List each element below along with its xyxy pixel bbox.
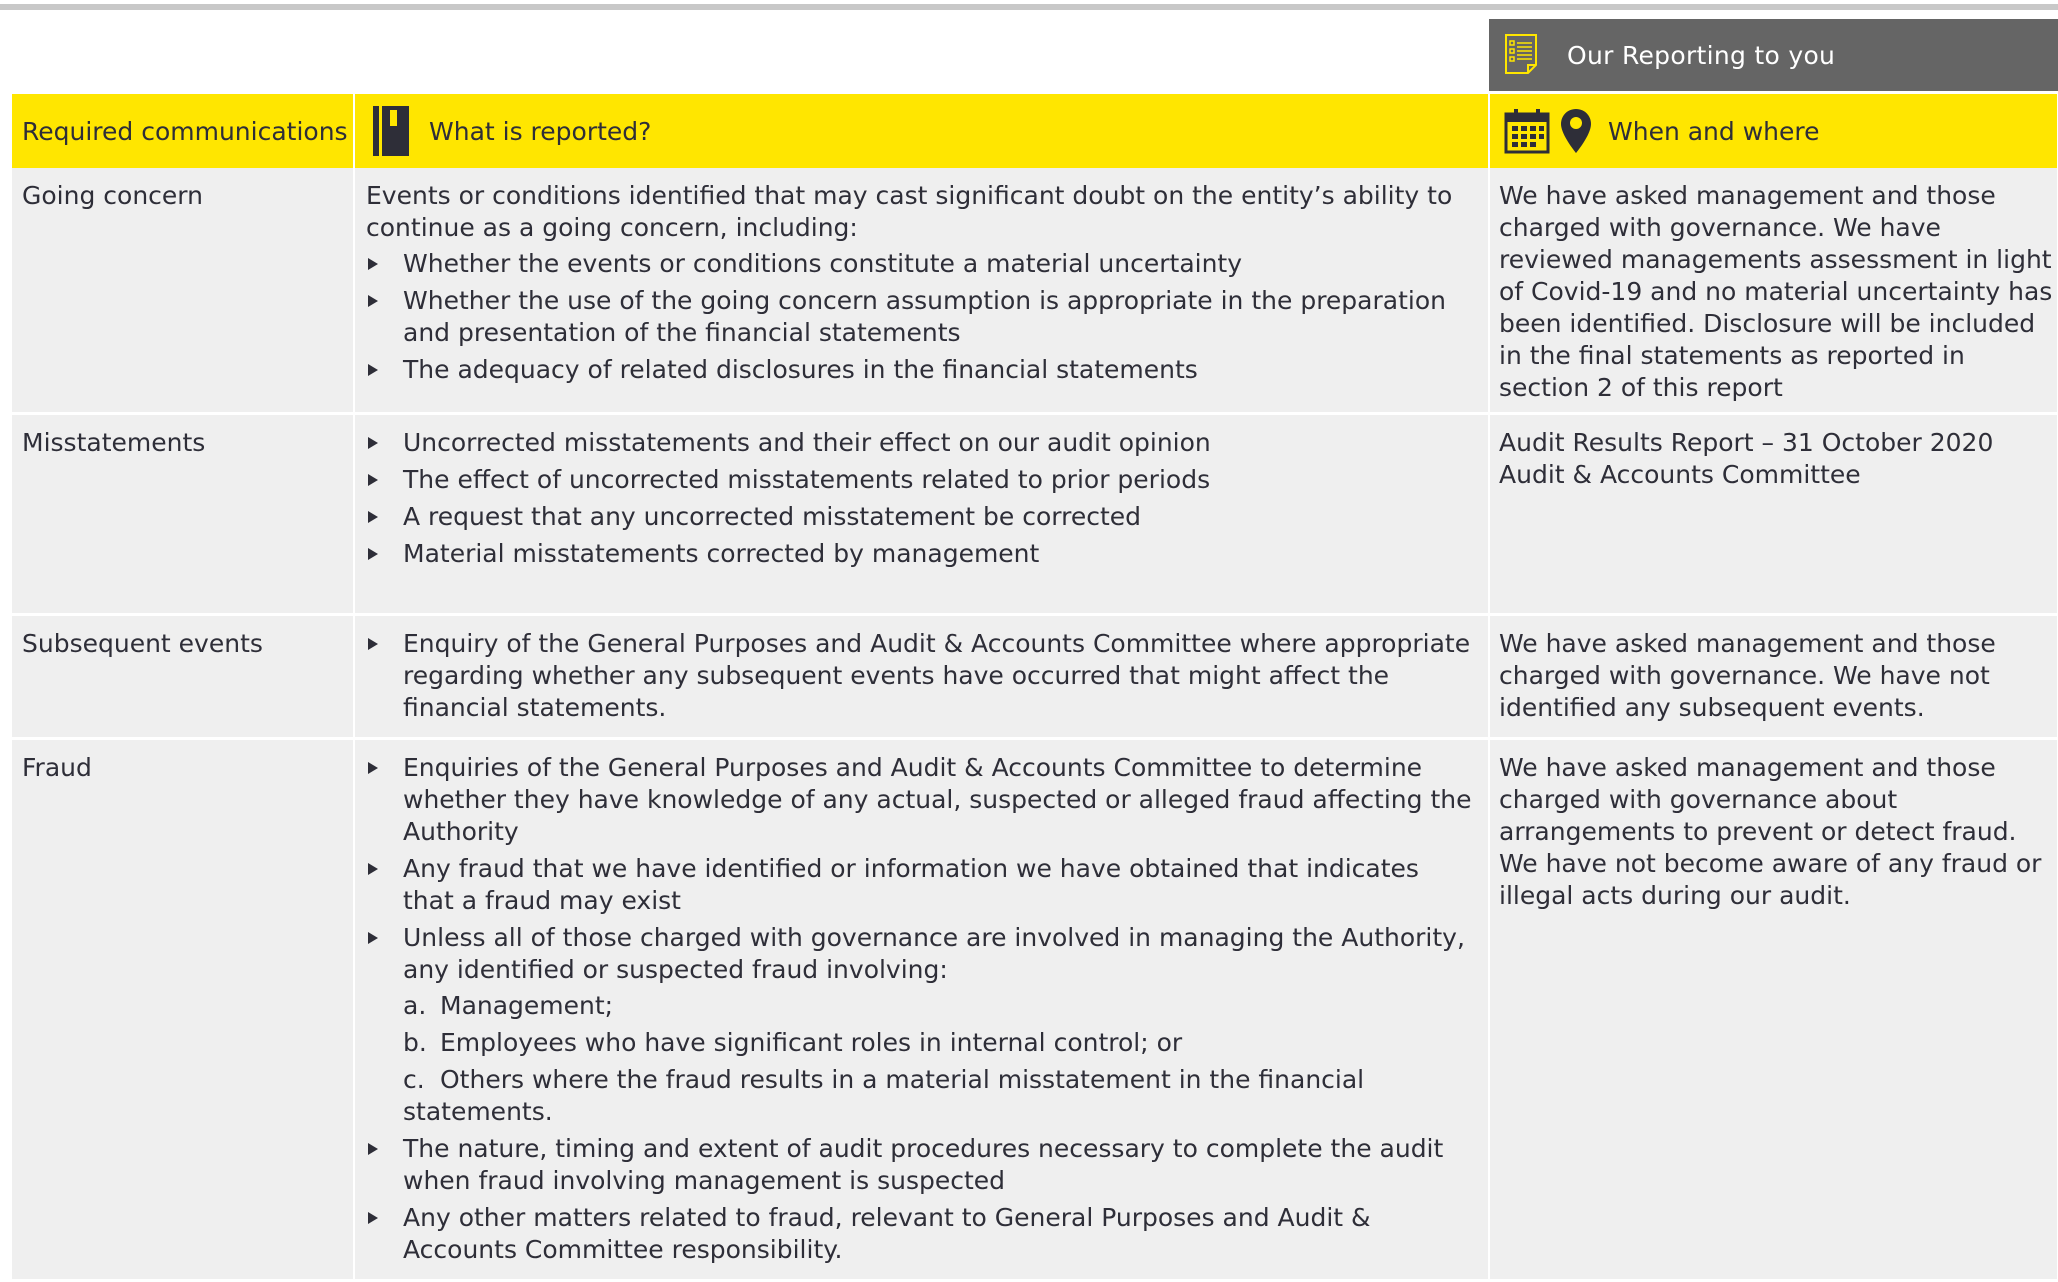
what-is-reported-cell: Enquiries of the General Purposes and Au…	[354, 738, 1490, 1282]
row-label: Going concern	[12, 168, 355, 415]
bullet-arrow-icon	[368, 511, 378, 523]
sub-item-text: Employees who have significant roles in …	[440, 1028, 1183, 1057]
header-col1-label: Required communications	[22, 116, 348, 146]
location-pin-icon	[1561, 109, 1591, 153]
list-item-text: Whether the use of the going concern ass…	[403, 286, 1446, 347]
list-item: Uncorrected misstatements and their effe…	[366, 427, 1474, 459]
header-col2-label: What is reported?	[429, 116, 652, 146]
header-required-communications: Required communications	[12, 94, 355, 168]
intro-text: Events or conditions identified that may…	[366, 181, 1453, 242]
list-item: Whether the events or conditions constit…	[366, 248, 1474, 280]
list-item-text: The nature, timing and extent of audit p…	[403, 1134, 1444, 1195]
list-item-text: A request that any uncorrected misstatem…	[403, 502, 1142, 531]
bullet-list: Enquiries of the General Purposes and Au…	[366, 752, 1474, 1266]
sub-item-text: Others where the fraud results in a mate…	[403, 1065, 1365, 1126]
list-item: Enquiries of the General Purposes and Au…	[366, 752, 1474, 848]
sub-list-item: a. Management;	[403, 990, 1474, 1022]
list-item: Whether the use of the going concern ass…	[366, 285, 1474, 349]
list-item-text: Any fraud that we have identified or inf…	[403, 854, 1419, 915]
top-divider	[0, 4, 2058, 10]
when-and-where-cell: We have asked management and those charg…	[1489, 738, 2058, 1282]
bullet-arrow-icon	[368, 548, 378, 560]
row-label: Subsequent events	[12, 614, 355, 740]
bullet-list: Whether the events or conditions constit…	[366, 248, 1474, 386]
sub-list-item: b. Employees who have significant roles i…	[403, 1027, 1474, 1059]
list-item-text: Unless all of those charged with governa…	[403, 923, 1465, 984]
table-row: Misstatements Uncorrected misstatements …	[12, 413, 2058, 616]
notebook-icon	[373, 106, 409, 156]
what-is-reported-cell: Enquiry of the General Purposes and Audi…	[354, 614, 1490, 740]
bullet-arrow-icon	[368, 638, 378, 650]
list-item-text: Uncorrected misstatements and their effe…	[403, 428, 1211, 457]
list-item: A request that any uncorrected misstatem…	[366, 501, 1474, 533]
bullet-arrow-icon	[368, 932, 378, 944]
reporting-tab: Our Reporting to you	[1489, 19, 2058, 91]
when-and-where-cell: Audit Results Report – 31 October 2020 A…	[1489, 413, 2058, 616]
header-what-is-reported: What is reported?	[354, 94, 1490, 168]
bullet-arrow-icon	[368, 437, 378, 449]
table-row: Going concern Events or conditions ident…	[12, 168, 2058, 415]
bullet-arrow-icon	[368, 1143, 378, 1155]
bullet-list: Enquiry of the General Purposes and Audi…	[366, 628, 1474, 724]
list-item-text: The effect of uncorrected misstatements …	[403, 465, 1211, 494]
list-item: Any other matters related to fraud, rele…	[366, 1202, 1474, 1266]
list-item: Enquiry of the General Purposes and Audi…	[366, 628, 1474, 724]
bullet-list: Uncorrected misstatements and their effe…	[366, 427, 1474, 570]
list-item-text: Material misstatements corrected by mana…	[403, 539, 1040, 568]
table-row: Subsequent events Enquiry of the General…	[12, 614, 2058, 740]
bullet-arrow-icon	[368, 364, 378, 376]
row-label: Fraud	[12, 738, 355, 1282]
header-row: Required communications What is reported…	[12, 94, 2058, 168]
list-item-text: Any other matters related to fraud, rele…	[403, 1203, 1371, 1264]
sub-marker: c.	[403, 1065, 425, 1094]
reporting-tab-label: Our Reporting to you	[1567, 40, 1836, 70]
table-row: Fraud Enquiries of the General Purposes …	[12, 738, 2058, 1282]
row-label: Misstatements	[12, 413, 355, 616]
list-item: Material misstatements corrected by mana…	[366, 538, 1474, 570]
what-is-reported-cell: Uncorrected misstatements and their effe…	[354, 413, 1490, 616]
list-item-text: Enquiry of the General Purposes and Audi…	[403, 629, 1471, 722]
list-item: Any fraud that we have identified or inf…	[366, 853, 1474, 917]
bullet-arrow-icon	[368, 1212, 378, 1224]
report-checklist-icon	[1505, 34, 1537, 74]
list-item: The adequacy of related disclosures in t…	[366, 354, 1474, 386]
header-col3-label: When and where	[1608, 116, 1820, 146]
when-and-where-cell: We have asked management and those charg…	[1489, 168, 2058, 415]
sub-item-text: Management;	[440, 991, 614, 1020]
bullet-arrow-icon	[368, 762, 378, 774]
list-item-text: The adequacy of related disclosures in t…	[403, 355, 1198, 384]
header-when-and-where: When and where	[1489, 94, 2058, 168]
what-is-reported-cell: Events or conditions identified that may…	[354, 168, 1490, 415]
sub-list-item: c. Others where the fraud results in a ma…	[403, 1064, 1474, 1128]
sub-list: a. Management; b. Employees who have signi…	[403, 990, 1474, 1128]
bullet-arrow-icon	[368, 863, 378, 875]
sub-marker: a.	[403, 991, 427, 1020]
bullet-arrow-icon	[368, 258, 378, 270]
list-item: The effect of uncorrected misstatements …	[366, 464, 1474, 496]
bullet-arrow-icon	[368, 295, 378, 307]
list-item: The nature, timing and extent of audit p…	[366, 1133, 1474, 1197]
calendar-icon	[1504, 109, 1550, 154]
list-item: Unless all of those charged with governa…	[366, 922, 1474, 1128]
when-and-where-cell: We have asked management and those charg…	[1489, 614, 2058, 740]
required-communications-table: Required communications What is reported…	[12, 94, 2058, 1282]
list-item-text: Whether the events or conditions constit…	[403, 249, 1243, 278]
sub-marker: b.	[403, 1028, 427, 1057]
bullet-arrow-icon	[368, 474, 378, 486]
list-item-text: Enquiries of the General Purposes and Au…	[403, 753, 1472, 846]
